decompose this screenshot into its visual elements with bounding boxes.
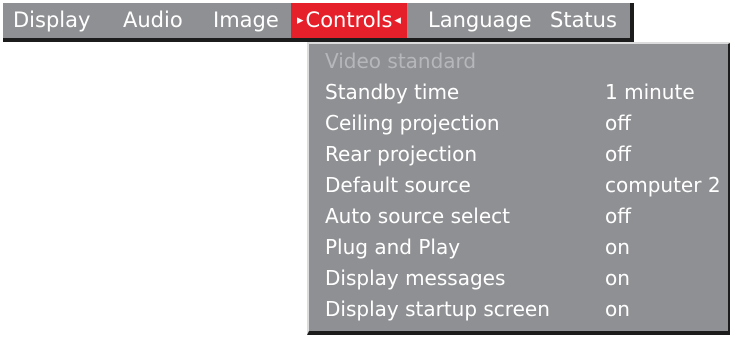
top-menu-bar: Display Audio Image ▸Controls ◂ Language … [3, 3, 634, 42]
tab-image[interactable]: Image [213, 3, 279, 38]
menu-item-standby-time[interactable]: Standby time 1 minute [325, 77, 695, 107]
menu-item-rear-projection[interactable]: Rear projection off [325, 139, 631, 169]
selection-arrow-right-icon: ▸ [297, 13, 304, 28]
menu-item-label: Display messages [325, 266, 506, 290]
menu-item-value: off [605, 142, 632, 166]
menu-item-video-standard: Video standard [325, 46, 476, 76]
menu-item-plug-and-play[interactable]: Plug and Play on [325, 232, 630, 262]
menu-item-label: Standby time [325, 80, 460, 104]
menu-item-label: Auto source select [325, 204, 510, 228]
projector-osd: Display Audio Image ▸Controls ◂ Language … [0, 0, 730, 339]
menu-item-display-messages[interactable]: Display messages on [325, 263, 630, 293]
tab-display[interactable]: Display [13, 3, 90, 38]
menu-item-value: on [605, 297, 630, 321]
menu-item-label: Ceiling projection [325, 111, 500, 135]
tab-controls[interactable]: ▸Controls ◂ [291, 3, 407, 38]
selection-arrow-left-icon: ◂ [394, 13, 401, 28]
menu-item-value: on [605, 266, 630, 290]
menu-item-label: Rear projection [325, 142, 478, 166]
menu-item-value: off [605, 111, 632, 135]
menu-item-display-startup-screen[interactable]: Display startup screen on [325, 294, 630, 324]
menu-item-label: Display startup screen [325, 297, 550, 321]
menu-item-ceiling-projection[interactable]: Ceiling projection off [325, 108, 631, 138]
tab-label: Audio [123, 8, 183, 32]
tab-language[interactable]: Language [428, 3, 532, 38]
menu-item-value: computer 2 [605, 173, 721, 197]
menu-item-label: Video standard [325, 49, 477, 73]
tab-label: Status [550, 8, 617, 32]
tab-label: Controls [305, 8, 393, 32]
tab-label: Language [428, 8, 532, 32]
tab-label: Display [13, 8, 91, 32]
menu-item-default-source[interactable]: Default source computer 2 [325, 170, 721, 200]
menu-item-value: off [605, 204, 632, 228]
tab-status[interactable]: Status [550, 3, 617, 38]
tab-audio[interactable]: Audio [123, 3, 183, 38]
menu-item-value: 1 minute [605, 80, 695, 104]
menu-item-label: Plug and Play [325, 235, 461, 259]
menu-item-label: Default source [325, 173, 471, 197]
menu-item-auto-source-select[interactable]: Auto source select off [325, 201, 631, 231]
controls-dropdown-menu: Video standard Standby time 1 minute Cei… [307, 42, 730, 335]
tab-label: Image [213, 8, 279, 32]
menu-item-value: on [605, 235, 630, 259]
